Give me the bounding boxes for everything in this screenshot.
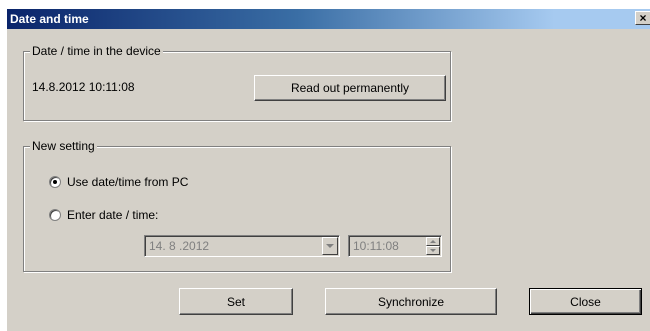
synchronize-button[interactable]: Synchronize — [325, 288, 497, 315]
use-pc-time-label[interactable]: Use date/time from PC — [67, 175, 188, 189]
date-picker[interactable]: 14. 8 .2012 — [144, 235, 340, 257]
time-picker[interactable]: 10:11:08 — [348, 235, 442, 257]
device-datetime-value: 14.8.2012 10:11:08 — [32, 80, 135, 94]
enter-time-radio[interactable] — [49, 209, 61, 221]
new-setting-group: New setting Use date/time from PC Enter … — [23, 139, 451, 272]
close-button[interactable]: Close — [529, 288, 642, 315]
device-datetime-group: Date / time in the device 14.8.2012 10:1… — [23, 44, 451, 121]
spin-down-icon[interactable] — [426, 246, 440, 255]
time-picker-value: 10:11:08 — [353, 239, 399, 253]
chevron-down-icon[interactable] — [322, 237, 338, 255]
date-time-dialog: Date and time × Date / time in the devic… — [6, 8, 650, 331]
spin-up-icon[interactable] — [426, 237, 440, 246]
time-spinner[interactable] — [426, 237, 440, 255]
use-pc-time-option[interactable]: Use date/time from PC — [49, 175, 188, 189]
device-group-legend: Date / time in the device — [30, 44, 163, 58]
title-bar[interactable]: Date and time × — [7, 9, 650, 29]
close-icon[interactable]: × — [635, 11, 650, 25]
date-picker-value: 14. 8 .2012 — [149, 239, 210, 253]
window-title: Date and time — [10, 12, 89, 26]
new-setting-group-legend: New setting — [30, 139, 97, 153]
enter-time-label[interactable]: Enter date / time: — [67, 208, 158, 222]
use-pc-time-radio[interactable] — [49, 176, 61, 188]
read-out-permanently-button[interactable]: Read out permanently — [254, 75, 446, 101]
set-button[interactable]: Set — [179, 288, 293, 315]
enter-time-option[interactable]: Enter date / time: — [49, 208, 158, 222]
